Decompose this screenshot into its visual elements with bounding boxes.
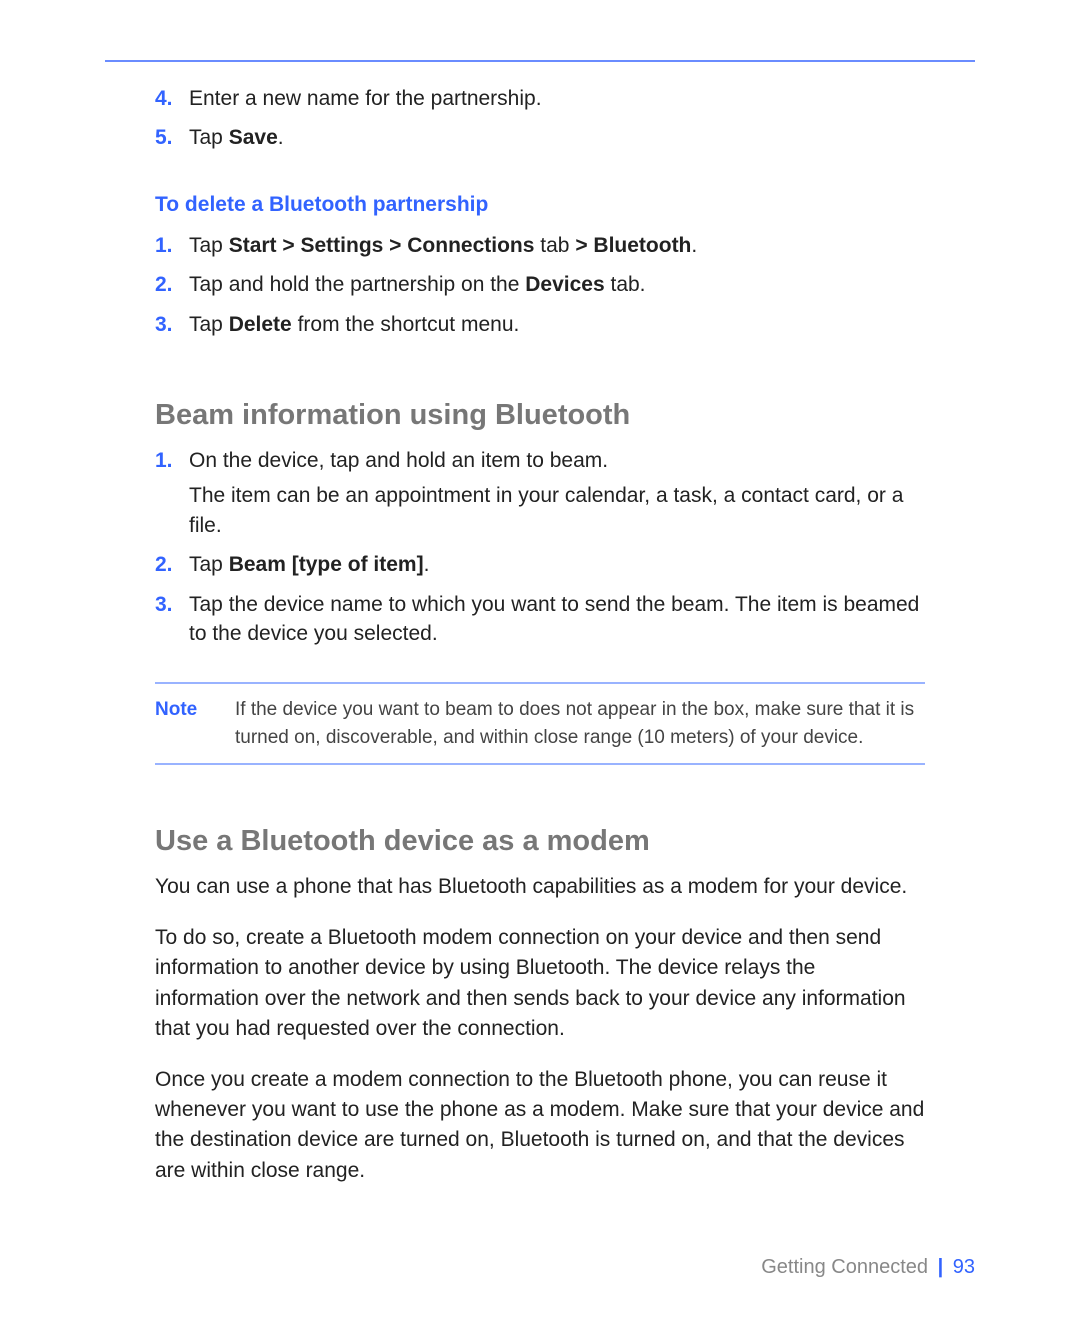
page-content: 4.Enter a new name for the partnership.5… xyxy=(105,84,975,1186)
body-paragraph: Once you create a modem connection to th… xyxy=(155,1065,925,1187)
list-item: 5.Tap Save. xyxy=(155,123,925,152)
list-item: 2.Tap and hold the partnership on the De… xyxy=(155,270,925,299)
body-paragraph: You can use a phone that has Bluetooth c… xyxy=(155,872,925,902)
page-number: 93 xyxy=(953,1256,975,1278)
top-divider xyxy=(105,60,975,62)
list-item-number: 2. xyxy=(155,550,189,579)
list-item-text: Tap Save. xyxy=(189,123,925,152)
list-item-text: Tap Start > Settings > Connections tab >… xyxy=(189,231,925,260)
list-item-text: Tap and hold the partnership on the Devi… xyxy=(189,270,925,299)
delete-list: 1.Tap Start > Settings > Connections tab… xyxy=(155,231,925,339)
list-item-text: Tap Delete from the shortcut menu. xyxy=(189,310,925,339)
subheading-delete: To delete a Bluetooth partnership xyxy=(155,193,925,217)
beam-list: 1.On the device, tap and hold an item to… xyxy=(155,446,925,648)
list-item-number: 4. xyxy=(155,84,189,113)
footer-divider: | xyxy=(938,1256,944,1278)
list-item-number: 3. xyxy=(155,310,189,339)
list-item-number: 1. xyxy=(155,231,189,260)
list-item-text: Enter a new name for the partnership. xyxy=(189,84,925,113)
modem-paragraphs: You can use a phone that has Bluetooth c… xyxy=(155,872,925,1186)
note-box: Note If the device you want to beam to d… xyxy=(155,682,925,765)
body-paragraph: To do so, create a Bluetooth modem conne… xyxy=(155,923,925,1045)
heading-modem: Use a Bluetooth device as a modem xyxy=(155,825,925,858)
list-item: 2.Tap Beam [type of item]. xyxy=(155,550,925,579)
list-item: 3.Tap the device name to which you want … xyxy=(155,590,925,649)
list-item-number: 3. xyxy=(155,590,189,649)
list-item: 4.Enter a new name for the partnership. xyxy=(155,84,925,113)
list-item-text: Tap the device name to which you want to… xyxy=(189,590,925,649)
list-item: 1.On the device, tap and hold an item to… xyxy=(155,446,925,540)
heading-beam: Beam information using Bluetooth xyxy=(155,399,925,432)
list-item-number: 1. xyxy=(155,446,189,540)
list-item-number: 5. xyxy=(155,123,189,152)
list-item-text: Tap Beam [type of item]. xyxy=(189,550,925,579)
list-item: 3.Tap Delete from the shortcut menu. xyxy=(155,310,925,339)
list-item-text: On the device, tap and hold an item to b… xyxy=(189,446,925,540)
list-item-number: 2. xyxy=(155,270,189,299)
list-item: 1.Tap Start > Settings > Connections tab… xyxy=(155,231,925,260)
prev-list: 4.Enter a new name for the partnership.5… xyxy=(155,84,925,153)
note-label: Note xyxy=(155,696,235,751)
chapter-name: Getting Connected xyxy=(761,1256,928,1278)
note-text: If the device you want to beam to does n… xyxy=(235,696,925,751)
document-page: 4.Enter a new name for the partnership.5… xyxy=(0,0,1080,1327)
page-footer: Getting Connected | 93 xyxy=(761,1256,975,1279)
